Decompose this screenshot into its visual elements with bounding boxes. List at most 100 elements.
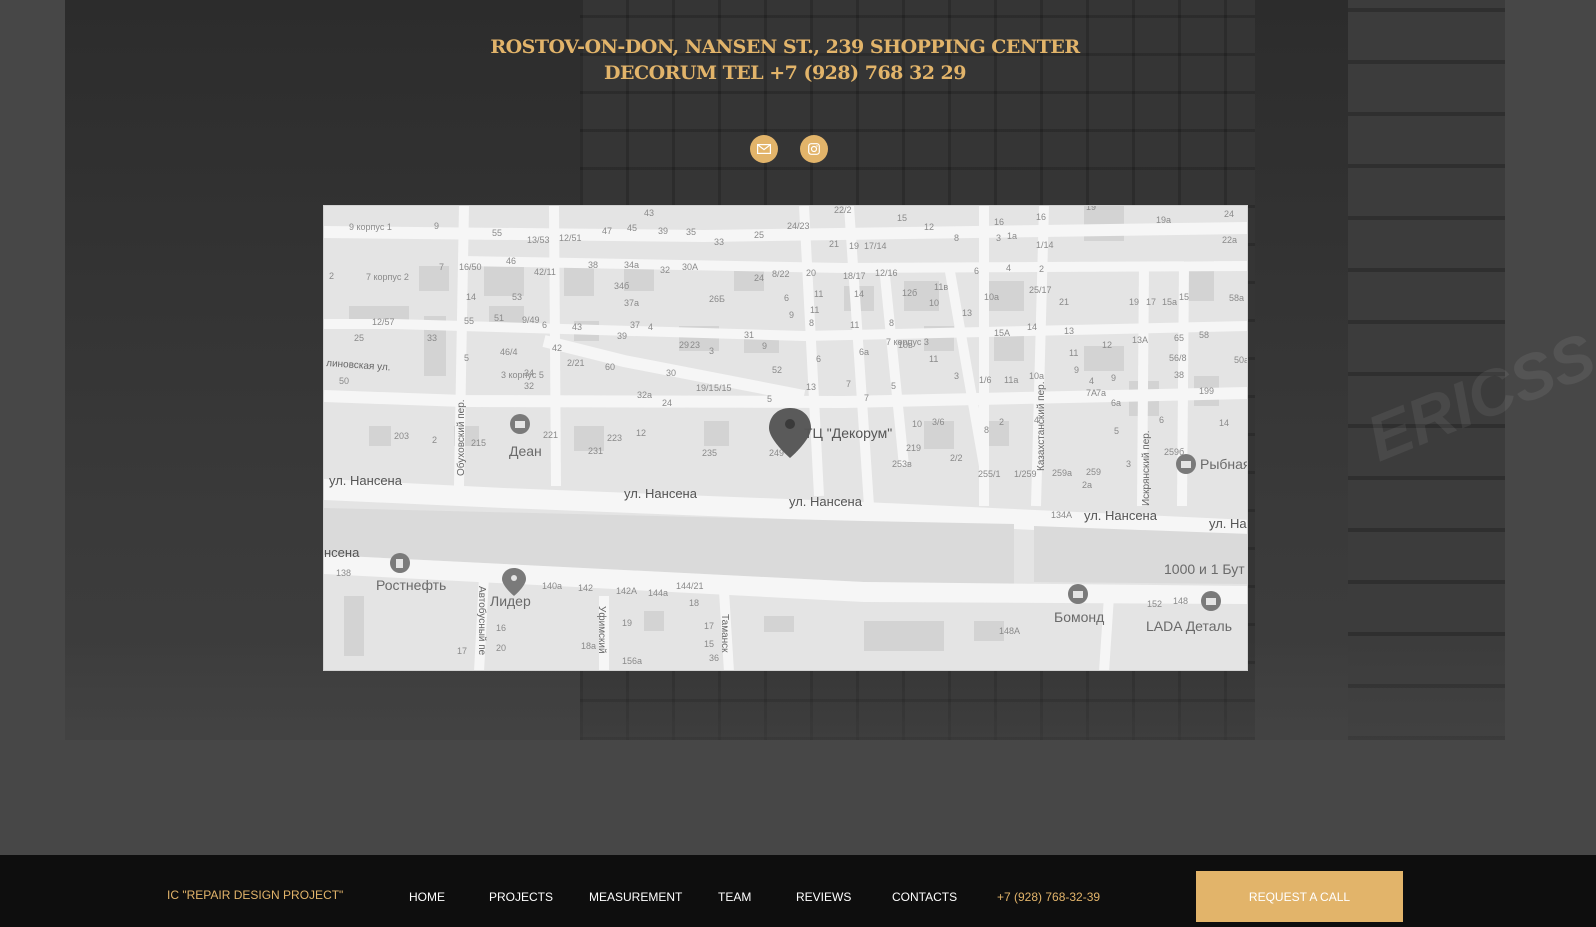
house-number: 8 <box>889 318 894 328</box>
nav-team[interactable]: TEAM <box>718 890 751 904</box>
house-number: 5 <box>1114 426 1119 436</box>
house-number: 138 <box>336 568 351 578</box>
house-number: 18а <box>581 641 596 651</box>
street-label-nansen-2: ул. Нансена <box>624 486 698 501</box>
house-number: 19а <box>1156 215 1171 225</box>
house-number: 9 <box>762 341 767 351</box>
house-number: 58а <box>1229 293 1244 303</box>
house-number: 4 <box>648 322 653 332</box>
house-number: 3/6 <box>932 417 945 427</box>
footer-phone[interactable]: +7 (928) 768-32-39 <box>997 890 1100 904</box>
house-number: 14 <box>466 292 476 302</box>
house-number: 15 <box>704 639 714 649</box>
house-number: 12 <box>636 428 646 438</box>
poi-rybnaya[interactable]: Рыбная <box>1176 454 1248 474</box>
house-number: 10в <box>898 340 913 350</box>
house-number: 10 <box>912 419 922 429</box>
street-label-nansen-4: ул. Нансена <box>1084 508 1158 523</box>
mail-icon <box>757 144 771 154</box>
house-number: 13 <box>1064 326 1074 336</box>
house-number: 6 <box>974 266 979 276</box>
house-number: 30 <box>666 368 676 378</box>
house-number: 7 <box>846 379 851 389</box>
house-number: 5/15 <box>714 383 732 393</box>
house-number: 7а <box>1096 388 1106 398</box>
nav-home[interactable]: HOME <box>409 890 445 904</box>
house-number: 1а <box>1007 231 1017 241</box>
house-number: 6 <box>784 293 789 303</box>
map-canvas: ул. Нансена ул. Нансена ул. Нансена ул. … <box>324 206 1248 670</box>
house-number: 33 <box>714 237 724 247</box>
nav-reviews[interactable]: REVIEWS <box>796 890 851 904</box>
request-call-button[interactable]: REQUEST A CALL <box>1196 871 1403 922</box>
house-number: 16 <box>994 217 1004 227</box>
house-number: 6а <box>859 347 869 357</box>
house-number: 16/50 <box>459 262 482 272</box>
house-number: 4 <box>1089 376 1094 386</box>
house-number: 5 <box>891 381 896 391</box>
poi-label: LADA Деталь <box>1146 618 1232 634</box>
nav-projects[interactable]: PROJECTS <box>489 890 553 904</box>
house-number: 42 <box>552 343 562 353</box>
house-number: 25/17 <box>1029 285 1052 295</box>
poi-label: Рыбная <box>1200 456 1248 472</box>
house-number: 32а <box>637 390 652 400</box>
house-number: 38 <box>1174 370 1184 380</box>
house-number: 14 <box>854 289 864 299</box>
house-number: 11 <box>1069 348 1078 358</box>
house-number: 3 <box>1126 459 1131 469</box>
house-number: 203 <box>394 431 409 441</box>
house-number: 34б <box>614 281 629 291</box>
house-number: 6 <box>816 354 821 364</box>
house-number: 7 <box>864 393 869 403</box>
nav-contacts[interactable]: CONTACTS <box>892 890 957 904</box>
house-number: 25 <box>354 333 364 343</box>
house-number: 255/1 <box>978 469 1001 479</box>
brand-name[interactable]: IC "REPAIR DESIGN PROJECT" <box>167 888 343 902</box>
house-number: 9 <box>434 221 439 231</box>
house-number: 24/23 <box>787 221 810 231</box>
street-label-iskryansky: Искрянский пер. <box>1141 430 1152 506</box>
house-number: 11в <box>934 282 948 292</box>
house-number: 18 <box>689 598 699 608</box>
house-number: 17/14 <box>864 241 887 251</box>
location-map[interactable]: ул. Нансена ул. Нансена ул. Нансена ул. … <box>323 205 1248 671</box>
poi-1000-and-1: 1000 и 1 Бут <box>1164 561 1245 577</box>
house-number: 11 <box>850 320 859 330</box>
poi-label: Деан <box>509 443 542 459</box>
nav-measurement[interactable]: MEASUREMENT <box>589 890 682 904</box>
house-number: 6 <box>1159 415 1164 425</box>
house-number: 8 <box>954 233 959 243</box>
street-label-nansen-1: ул. Нансена <box>329 473 403 488</box>
house-number: 5 <box>767 394 772 404</box>
house-number: 43 <box>572 322 582 332</box>
house-number: 235 <box>702 448 717 458</box>
house-number: 19 <box>849 241 859 251</box>
house-number: 3 <box>709 346 714 356</box>
house-number: 50а <box>1234 355 1248 365</box>
house-number: 55 <box>492 228 502 238</box>
house-number: 13 <box>806 382 816 392</box>
house-number: 148А <box>999 626 1020 636</box>
house-number: 23 <box>690 340 700 350</box>
instagram-button[interactable] <box>800 135 828 163</box>
social-links <box>0 135 1596 163</box>
street-label-kazakhstansky: Казахстанский пер. <box>1036 381 1047 471</box>
house-number: 45 <box>627 223 637 233</box>
house-number: 52 <box>772 365 782 375</box>
house-number: 19 <box>622 618 632 628</box>
house-number: 19 <box>1129 297 1139 307</box>
house-number: 29 <box>679 340 689 350</box>
house-number: 20 <box>806 268 816 278</box>
house-number: 142 <box>578 583 593 593</box>
house-number: 11а <box>1004 375 1018 385</box>
house-number: 7 <box>439 262 444 272</box>
house-number: 55 <box>464 316 474 326</box>
house-number: 10а <box>984 292 999 302</box>
house-number: 39 <box>617 331 627 341</box>
house-number: 221 <box>543 430 558 440</box>
house-number: 47 <box>602 226 612 236</box>
mail-button[interactable] <box>750 135 778 163</box>
house-number: 1/259 <box>1014 469 1037 479</box>
house-number: 30А <box>682 262 698 272</box>
